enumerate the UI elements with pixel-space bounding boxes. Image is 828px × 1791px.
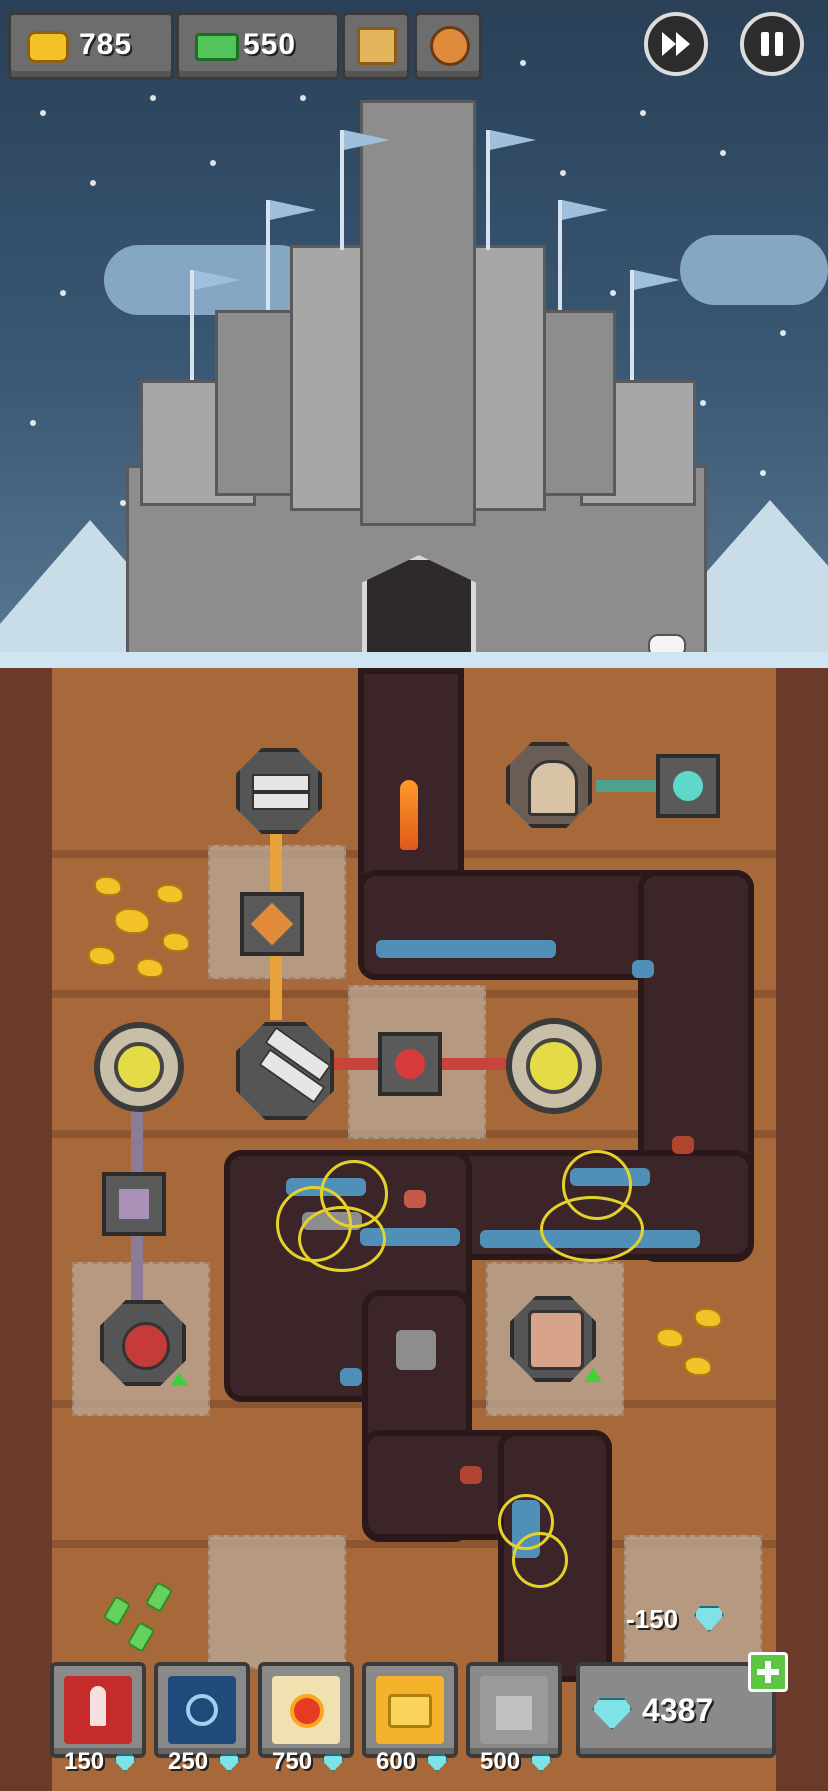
build-slot[interactable] [624, 1535, 762, 1669]
fireball-cost: 750 [272, 1748, 313, 1775]
disabled-node[interactable] [102, 1172, 166, 1236]
skull-button[interactable] [414, 12, 482, 80]
diamond-balance-value: 4387 [642, 1692, 714, 1728]
gold-chest-cost: 600 [376, 1748, 417, 1775]
rocket-icon [64, 1676, 132, 1744]
shop-item-freeze[interactable] [154, 1662, 250, 1758]
pause-icon [761, 32, 783, 56]
amplifier-node[interactable] [240, 892, 304, 956]
freeze-cost: 250 [168, 1748, 209, 1775]
rocket-projectile [400, 780, 418, 850]
castle-icon [480, 1676, 548, 1744]
coin-stack-icon [27, 31, 69, 63]
upgrade-arrow-icon[interactable] [584, 1368, 602, 1382]
fast-forward-button[interactable] [644, 12, 708, 76]
cash-value: 550 [243, 28, 297, 61]
coins-counter: 785 [8, 12, 174, 80]
build-slot[interactable] [208, 1535, 346, 1669]
sawblade-trap[interactable] [506, 1018, 602, 1114]
alarm-node[interactable] [378, 1032, 442, 1096]
add-diamonds-button[interactable] [748, 1652, 788, 1692]
snowflake-icon [168, 1676, 236, 1744]
pause-button[interactable] [740, 12, 804, 76]
map-icon [357, 27, 397, 65]
cash-icon [195, 33, 239, 61]
left-wall [0, 668, 52, 1791]
plus-icon [757, 1661, 779, 1683]
fast-forward-icon [662, 32, 690, 56]
coins-value: 785 [79, 28, 133, 61]
mortar-tower[interactable] [506, 742, 592, 828]
twin-cannon-tower[interactable] [236, 748, 322, 834]
frost-node[interactable] [656, 754, 720, 818]
fortress-cost: 500 [480, 1748, 521, 1775]
rocket-cost: 150 [64, 1748, 105, 1775]
shop-item-fireball[interactable] [258, 1662, 354, 1758]
diamond-deduction-text: -150 [626, 1604, 679, 1634]
shop-item-fortress[interactable] [466, 1662, 562, 1758]
chest-icon [376, 1676, 444, 1744]
cloud [680, 235, 828, 305]
sky-background [0, 0, 828, 670]
right-wall [776, 668, 828, 1791]
upgrade-arrow-icon[interactable] [170, 1372, 188, 1386]
sawblade-trap[interactable] [94, 1022, 184, 1112]
diamond-balance: 4387 [576, 1662, 776, 1758]
skull-icon [430, 26, 470, 66]
map-button[interactable] [342, 12, 410, 80]
shop-item-gold-chest[interactable] [362, 1662, 458, 1758]
fireball-icon [272, 1676, 340, 1744]
snowy-ground-edge [0, 652, 828, 668]
diamond-icon [592, 1698, 632, 1730]
cash-counter: 550 [176, 12, 340, 80]
shop-item-rocket[interactable] [50, 1662, 146, 1758]
